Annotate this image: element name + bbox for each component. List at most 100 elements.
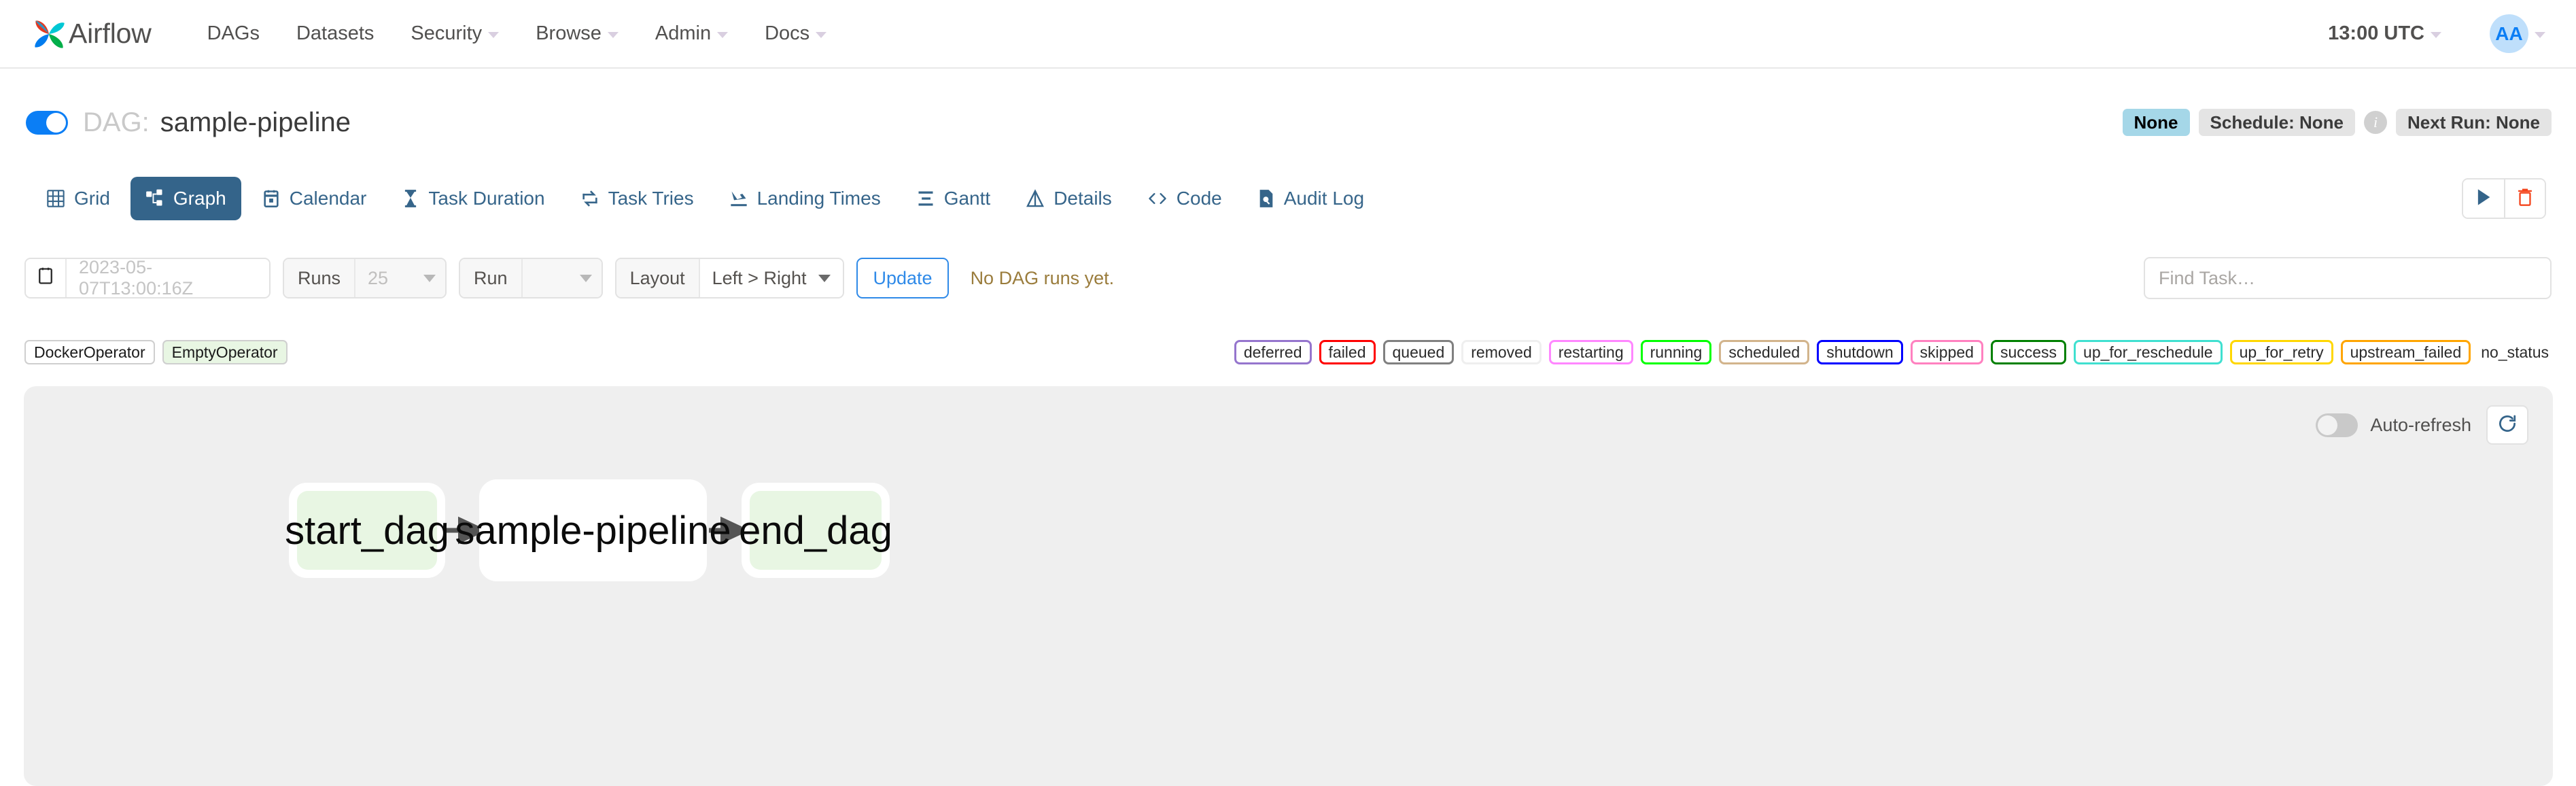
tab-landing-times[interactable]: Landing Times (714, 177, 896, 220)
status-tag-failed[interactable]: failed (1319, 340, 1376, 364)
trash-icon (2516, 188, 2534, 210)
tab-gantt-label: Gantt (943, 188, 991, 209)
chevron-down-icon (488, 32, 500, 38)
layout-select[interactable]: Left > Right (698, 259, 843, 297)
status-tag-restarting[interactable]: restarting (1548, 340, 1633, 364)
chevron-down-icon (818, 274, 831, 282)
trigger-dag-button[interactable] (2463, 180, 2504, 218)
run-select-value[interactable] (521, 259, 570, 297)
num-runs-chevron-wrap[interactable] (414, 259, 446, 297)
tab-task-tries[interactable]: Task Tries (565, 177, 709, 220)
status-tag-up-for-retry[interactable]: up_for_retry (2229, 340, 2333, 364)
status-tag-scheduled[interactable]: scheduled (1719, 340, 1810, 364)
status-tag-queued[interactable]: queued (1382, 340, 1455, 364)
status-legend: deferred failed queued removed restartin… (1227, 340, 2552, 364)
run-label: Run (460, 259, 521, 297)
hourglass-icon (402, 189, 419, 208)
status-tag-no-status[interactable]: no_status (2478, 340, 2552, 364)
nav-item-dags[interactable]: DAGs (189, 22, 278, 45)
tab-graph[interactable]: Graph (130, 177, 241, 220)
status-tag-running[interactable]: running (1640, 340, 1712, 364)
tab-calendar[interactable]: Calendar (247, 177, 382, 220)
status-tag-up-for-reschedule[interactable]: up_for_reschedule (2074, 340, 2223, 364)
update-button[interactable]: Update (856, 258, 949, 298)
user-menu[interactable]: AA (2446, 14, 2545, 53)
status-tag-label: queued (1392, 343, 1445, 361)
run-label-text: Run (474, 267, 508, 288)
delete-dag-button[interactable] (2504, 180, 2545, 218)
base-date-input[interactable]: 2023-05-07T13:00:16Z (65, 259, 269, 297)
airflow-pinwheel-logo-icon (31, 13, 67, 55)
nav-item-docs[interactable]: Docs (746, 22, 845, 45)
retry-icon (580, 189, 599, 208)
status-tag-label: upstream_failed (2350, 343, 2462, 361)
tab-details-label: Details (1054, 188, 1112, 209)
chevron-down-icon (816, 32, 827, 38)
layout-label-text: Layout (629, 267, 685, 288)
nav-item-admin-label: Admin (655, 22, 712, 44)
graph-node-sample-pipeline[interactable]: sample-pipeline (455, 479, 731, 581)
timezone-selector[interactable]: 13:00 UTC (2310, 22, 2446, 45)
nav-item-security[interactable]: Security (392, 22, 517, 45)
chevron-down-icon (607, 32, 619, 38)
nav-item-admin[interactable]: Admin (637, 22, 746, 45)
status-tag-label: no_status (2481, 343, 2549, 361)
status-tag-label: skipped (1919, 343, 1974, 361)
status-tag-skipped[interactable]: skipped (1910, 340, 1983, 364)
status-tag-shutdown[interactable]: shutdown (1817, 340, 1903, 364)
graph-canvas[interactable]: Auto-refresh start_dag sample-pipeline e… (24, 386, 2553, 786)
brand-home-link[interactable]: Airflow (31, 13, 152, 55)
tab-graph-label: Graph (173, 188, 226, 209)
status-badge[interactable]: None (2122, 109, 2190, 136)
runs-label: Runs (284, 259, 355, 297)
page-title: sample-pipeline (160, 107, 351, 137)
graph-filter-toolbar: 2023-05-07T13:00:16Z Runs 25 Run Layout … (24, 252, 2552, 305)
status-tag-label: restarting (1558, 343, 1624, 361)
find-task-input[interactable]: Find Task… (2144, 257, 2552, 299)
schedule-badge[interactable]: Schedule: None (2198, 109, 2355, 136)
tab-grid[interactable]: Grid (31, 177, 125, 220)
dag-pause-toggle[interactable] (26, 110, 68, 135)
grid-icon (46, 189, 65, 208)
chevron-down-icon (423, 274, 436, 282)
airflow-dag-graph-page: Airflow DAGs Datasets Security Browse Ad… (0, 0, 2576, 786)
next-run-badge[interactable]: Next Run: None (2396, 109, 2552, 136)
chevron-down-icon (717, 32, 729, 38)
status-tag-upstream-failed[interactable]: upstream_failed (2340, 340, 2471, 364)
runs-label-text: Runs (298, 267, 341, 288)
calendar-icon (37, 267, 54, 290)
update-button-label: Update (873, 267, 933, 288)
operator-tag-label: DockerOperator (34, 343, 145, 361)
dag-header-badges: None Schedule: None i Next Run: None (2114, 109, 2552, 136)
tab-task-duration[interactable]: Task Duration (387, 177, 559, 220)
navbar-links: DAGs Datasets Security Browse Admin Docs (189, 22, 846, 45)
status-tag-removed[interactable]: removed (1461, 340, 1542, 364)
nav-item-docs-label: Docs (765, 22, 810, 44)
operator-tag-dockeroperator[interactable]: DockerOperator (24, 340, 155, 364)
nav-item-datasets[interactable]: Datasets (278, 22, 392, 45)
graph-node-label: start_dag (285, 508, 449, 553)
operator-tag-emptyoperator[interactable]: EmptyOperator (162, 340, 288, 364)
num-runs-select[interactable]: 25 (354, 259, 415, 297)
graph-node-end-dag[interactable]: end_dag (739, 483, 892, 578)
status-tag-label: removed (1471, 343, 1532, 361)
nav-item-browse[interactable]: Browse (517, 22, 637, 45)
tab-gantt[interactable]: Gantt (901, 177, 1005, 220)
status-tag-deferred[interactable]: deferred (1234, 340, 1312, 364)
info-icon[interactable]: i (2364, 111, 2387, 134)
run-select-chevron-wrap[interactable] (570, 259, 602, 297)
status-tag-label: scheduled (1728, 343, 1800, 361)
code-icon (1147, 189, 1168, 208)
toggle-knob (46, 112, 66, 133)
status-tag-success[interactable]: success (1990, 340, 2067, 364)
calendar-picker-button[interactable] (26, 259, 65, 297)
tab-audit-log[interactable]: Audit Log (1242, 177, 1379, 220)
triangle-icon (1026, 189, 1045, 208)
brand-label: Airflow (69, 18, 152, 49)
status-tag-label: up_for_retry (2239, 343, 2324, 361)
tab-code[interactable]: Code (1132, 177, 1237, 220)
dag-header: DAG: sample-pipeline None Schedule: None… (0, 95, 2576, 150)
status-tag-label: up_for_reschedule (2083, 343, 2213, 361)
tab-details[interactable]: Details (1011, 177, 1127, 220)
graph-node-start-dag[interactable]: start_dag (285, 483, 449, 578)
